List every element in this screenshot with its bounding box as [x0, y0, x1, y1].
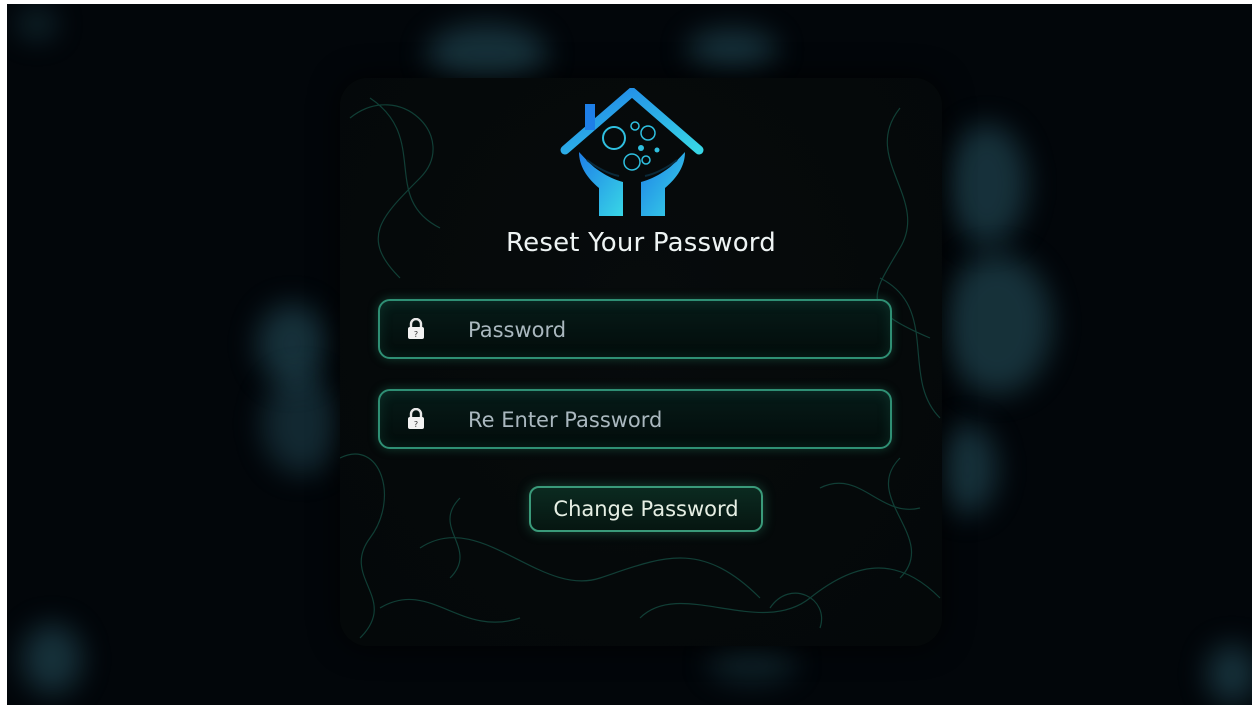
reset-password-card: Reset Your Password ? ? Change Password: [340, 78, 942, 646]
smoke-decoration: [257, 304, 327, 384]
svg-text:?: ?: [414, 330, 418, 339]
password-field[interactable]: ?: [378, 299, 892, 359]
page-title: Reset Your Password: [506, 228, 776, 258]
smoke-decoration: [22, 624, 82, 694]
smoke-decoration: [17, 9, 57, 39]
lock-icon: ?: [408, 318, 424, 339]
reenter-password-field[interactable]: ?: [378, 389, 892, 449]
reenter-password-input[interactable]: [466, 391, 870, 449]
page-background: Reset Your Password ? ? Change Password: [7, 4, 1252, 705]
smoke-decoration: [427, 24, 547, 84]
svg-text:?: ?: [414, 420, 418, 429]
smoke-decoration: [942, 254, 1052, 394]
smoke-decoration: [707, 644, 797, 684]
lock-icon: ?: [408, 408, 424, 429]
change-password-button[interactable]: Change Password: [529, 486, 763, 532]
smoke-decoration: [687, 29, 777, 69]
password-input[interactable]: [466, 301, 870, 359]
smoke-decoration: [947, 124, 1027, 244]
house-hands-logo-icon: [560, 88, 704, 216]
smoke-decoration: [262, 374, 342, 474]
smoke-decoration: [937, 424, 997, 514]
smoke-decoration: [1207, 644, 1252, 704]
